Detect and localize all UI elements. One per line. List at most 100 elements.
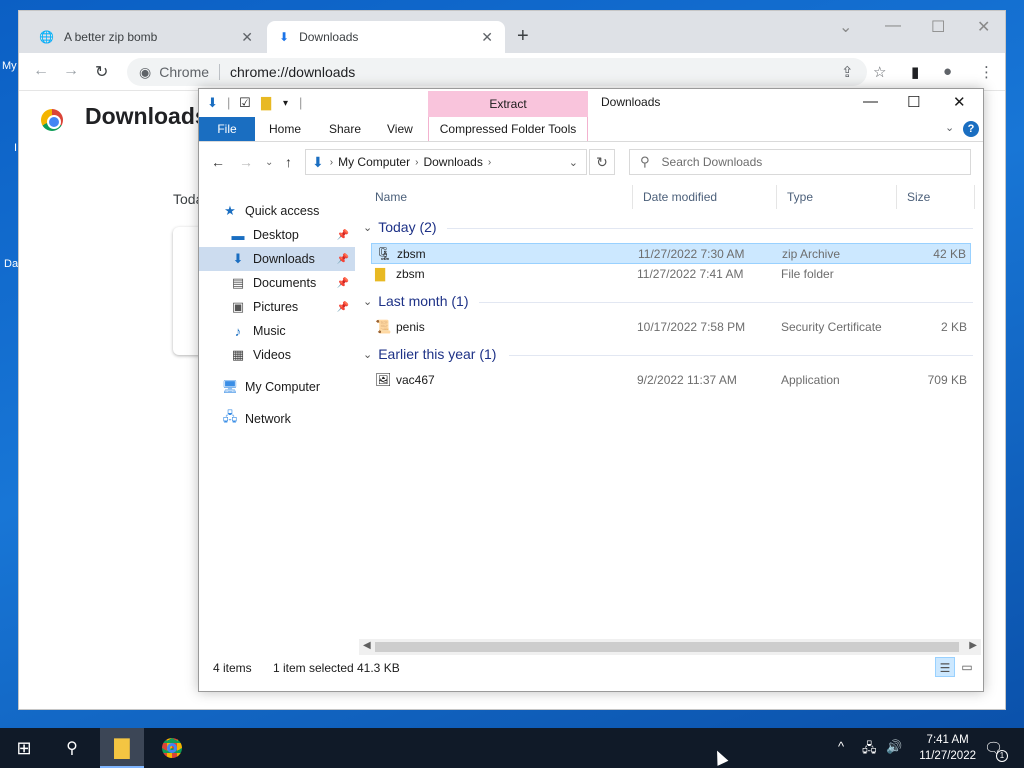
taskbar-chrome[interactable]	[150, 728, 194, 768]
qat-dropdown-icon[interactable]: ▾	[283, 98, 288, 109]
refresh-icon[interactable]: ↻	[589, 149, 615, 175]
network-icon: 🖧	[222, 409, 238, 424]
reload-icon[interactable]: ↻	[95, 62, 108, 82]
column-header-size[interactable]: Size	[897, 185, 975, 209]
ribbon-tab-view[interactable]: View	[375, 117, 425, 141]
forward-icon[interactable]: →	[239, 154, 253, 170]
minimize-button[interactable]: —	[885, 17, 901, 35]
close-tab-icon[interactable]: ✕	[241, 29, 253, 46]
up-icon[interactable]: ↑	[285, 154, 292, 170]
nav-quick-access[interactable]: ★ Quick access	[199, 199, 355, 223]
breadcrumb-downloads[interactable]: Downloads	[423, 155, 482, 169]
tab-search-icon[interactable]: ⌄	[839, 17, 852, 37]
videos-icon: ▦	[231, 347, 245, 362]
tab-downloads[interactable]: ⬇ Downloads ✕	[267, 21, 505, 53]
pin-icon: 📌	[336, 253, 349, 265]
new-folder-icon[interactable]: ▇	[261, 95, 271, 111]
minimize-button[interactable]: —	[863, 93, 878, 110]
file-row[interactable]: 🖼 vac467 9/2/2022 11:37 AM Application 7…	[371, 370, 971, 391]
bookmark-star-icon[interactable]: ☆	[873, 63, 886, 81]
nav-my-computer[interactable]: 🖥 My Computer	[199, 375, 355, 399]
start-button[interactable]: ⊞	[4, 728, 44, 768]
computer-icon: 🖥	[221, 379, 239, 394]
nav-downloads[interactable]: ⬇ Downloads 📌	[199, 247, 355, 271]
scroll-right-icon[interactable]: ▶	[969, 640, 977, 651]
address-bar[interactable]: ⬇ › My Computer › Downloads › ⌄	[305, 149, 587, 175]
taskbar: ⊞ ⚲ ▇ ^ 🖧 🔊 7:41 AM 11/27/2022 🗨 1	[0, 728, 1024, 768]
side-panel-icon[interactable]: ▮	[911, 63, 919, 81]
column-header-date[interactable]: Date modified	[633, 185, 777, 209]
menu-icon[interactable]: ⋮	[979, 63, 994, 81]
breadcrumb-my-computer[interactable]: My Computer	[338, 155, 410, 169]
nav-desktop[interactable]: ▬ Desktop 📌	[199, 223, 355, 247]
file-list: Name Date modified Type Size ⌄ Today (2)…	[363, 185, 977, 645]
taskbar-file-explorer[interactable]: ▇	[100, 728, 144, 768]
horizontal-scrollbar[interactable]: ◀ ▶	[359, 639, 981, 655]
back-icon[interactable]: ←	[211, 154, 225, 170]
search-button[interactable]: ⚲	[52, 728, 92, 768]
volume-icon[interactable]: 🔊	[886, 739, 902, 755]
properties-icon[interactable]: ☑	[239, 95, 251, 111]
column-header-name[interactable]: Name	[365, 185, 633, 209]
column-header-type[interactable]: Type	[777, 185, 897, 209]
large-icons-view-icon[interactable]: ▭	[957, 657, 977, 677]
folder-icon: ▇	[375, 266, 385, 281]
profile-icon[interactable]: ●	[943, 63, 952, 80]
extract-context-group[interactable]: Extract	[428, 91, 588, 117]
scrollbar-thumb[interactable]	[375, 642, 959, 652]
status-selected: 1 item selected	[273, 661, 354, 675]
maximize-button[interactable]: ☐	[907, 93, 920, 111]
network-tray-icon[interactable]: 🖧	[862, 739, 877, 761]
group-header-last-month[interactable]: ⌄ Last month (1)	[363, 293, 468, 309]
explorer-window: ⬇ | ☑ ▇ ▾ | Extract Downloads — ☐ ✕ File…	[198, 88, 984, 692]
share-icon[interactable]: ⇪	[841, 63, 854, 81]
globe-icon: 🌐	[39, 30, 54, 44]
tab-title: Downloads	[299, 30, 359, 44]
new-tab-button[interactable]: +	[517, 25, 529, 48]
maximize-button[interactable]: ☐	[931, 17, 945, 37]
close-window-button[interactable]: ✕	[953, 93, 966, 111]
tray-clock[interactable]: 7:41 AM 11/27/2022	[919, 732, 976, 764]
ribbon-tab-file[interactable]: File	[199, 117, 255, 141]
group-header-earlier-this-year[interactable]: ⌄ Earlier this year (1)	[363, 346, 496, 362]
tab-strip: 🌐 A better zip bomb ✕ ⬇ Downloads ✕ + ⌄ …	[19, 11, 1005, 53]
search-icon: ⚲	[66, 740, 78, 757]
close-window-button[interactable]: ✕	[977, 17, 990, 37]
search-icon: ⚲	[640, 154, 650, 169]
file-row[interactable]: ▇ zbsm 11/27/2022 7:41 AM File folder	[371, 264, 971, 285]
downloads-folder-icon: ⬇	[207, 95, 218, 110]
page-title: Downloads	[85, 103, 208, 129]
nav-pictures[interactable]: ▣ Pictures 📌	[199, 295, 355, 319]
nav-music[interactable]: ♪ Music	[199, 319, 355, 343]
expand-ribbon-icon[interactable]: ⌄	[945, 121, 954, 134]
scroll-left-icon[interactable]: ◀	[363, 640, 371, 651]
ribbon-tab-compressed-folder-tools[interactable]: Compressed Folder Tools	[428, 117, 588, 141]
forward-icon[interactable]: →	[63, 62, 79, 80]
status-item-count: 4 items	[213, 661, 252, 675]
downloads-icon: ⬇	[232, 251, 244, 266]
ribbon-tab-home[interactable]: Home	[257, 117, 313, 141]
desktop-icon-label[interactable]: My	[2, 60, 17, 72]
windows-logo-icon: ⊞	[16, 737, 32, 758]
details-view-icon[interactable]: ☰	[935, 657, 955, 677]
ribbon-tab-share[interactable]: Share	[317, 117, 373, 141]
chrome-chip-icon: ◉	[139, 63, 152, 80]
desktop-icon-label[interactable]: Da	[4, 258, 18, 270]
chrome-toolbar: ← → ↻ ◉ Chrome chrome://downloads ⇪ ☆ ▮ …	[19, 53, 1005, 91]
nav-network[interactable]: 🖧 Network	[199, 407, 355, 431]
nav-documents[interactable]: ▤ Documents 📌	[199, 271, 355, 295]
help-icon[interactable]: ?	[963, 121, 979, 137]
close-tab-icon[interactable]: ✕	[481, 29, 493, 46]
group-header-today[interactable]: ⌄ Today (2)	[363, 219, 437, 235]
file-row[interactable]: 🗜 zbsm 11/27/2022 7:30 AM zip Archive 42…	[371, 243, 971, 264]
tab-zip-bomb[interactable]: 🌐 A better zip bomb ✕	[27, 21, 265, 53]
back-icon[interactable]: ←	[33, 62, 49, 80]
nav-videos[interactable]: ▦ Videos	[199, 343, 355, 367]
show-hidden-icons[interactable]: ^	[838, 739, 844, 754]
recent-locations-icon[interactable]: ⌄	[265, 157, 273, 168]
address-dropdown-icon[interactable]: ⌄	[569, 156, 578, 169]
collapse-chevron-icon: ⌄	[363, 221, 373, 234]
search-input[interactable]: ⚲ Search Downloads	[629, 149, 971, 175]
file-row[interactable]: 📜 penis 10/17/2022 7:58 PM Security Cert…	[371, 317, 971, 338]
omnibox[interactable]: ◉ Chrome chrome://downloads	[127, 58, 867, 86]
